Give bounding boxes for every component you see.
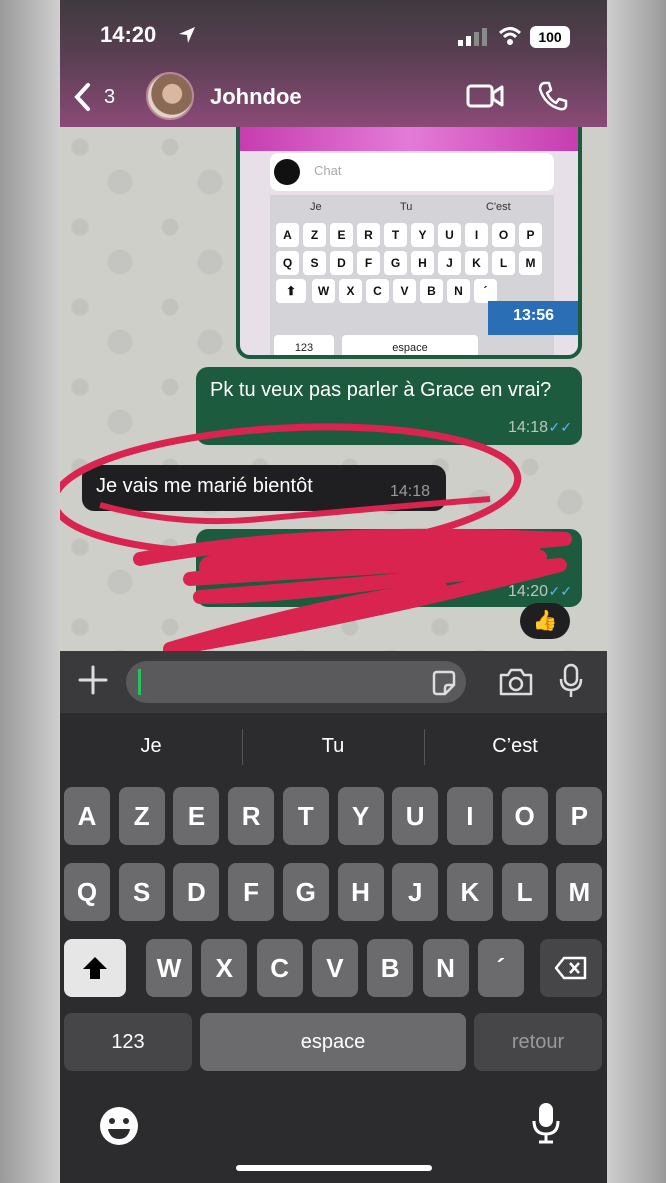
video-call-icon[interactable] [466, 82, 504, 110]
suggestion-je[interactable]: Je [60, 735, 242, 758]
plus-icon[interactable] [78, 665, 108, 695]
key-4[interactable]: G [282, 863, 329, 921]
suggestion-tu[interactable]: Tu [242, 735, 424, 758]
key-5[interactable]: N [422, 939, 469, 997]
emoji-icon[interactable] [98, 1105, 140, 1147]
message-composer [60, 651, 607, 713]
key-8[interactable]: L [501, 863, 548, 921]
message-input[interactable] [126, 661, 466, 703]
key-5[interactable]: H [337, 863, 384, 921]
return-key[interactable]: retour [474, 1013, 602, 1071]
status-time: 14:20 [100, 22, 157, 47]
key-1[interactable]: Z [118, 787, 165, 845]
key-5[interactable]: Y [337, 787, 384, 845]
key-7[interactable]: I [446, 787, 493, 845]
microphone-icon[interactable] [558, 663, 584, 699]
shift-key[interactable] [64, 939, 126, 997]
key-6[interactable]: U [392, 787, 439, 845]
back-chevron-icon[interactable] [72, 82, 94, 112]
key-3[interactable]: R [228, 787, 275, 845]
dictation-mic-icon[interactable] [530, 1101, 562, 1145]
key-2[interactable]: E [173, 787, 220, 845]
numbers-key[interactable]: 123 [64, 1013, 192, 1071]
home-indicator[interactable] [236, 1165, 432, 1171]
sticker-icon[interactable] [430, 669, 458, 697]
red-scribble-annotation [60, 423, 572, 651]
key-4[interactable]: B [367, 939, 414, 997]
key-4[interactable]: T [282, 787, 329, 845]
camera-icon[interactable] [498, 667, 534, 697]
key-3[interactable]: F [228, 863, 275, 921]
contact-name[interactable]: Johndoe [210, 84, 302, 110]
delete-key[interactable] [540, 939, 602, 997]
key-7[interactable]: K [446, 863, 493, 921]
signal-icon [458, 28, 487, 46]
location-arrow-icon [179, 27, 195, 43]
key-6[interactable]: ´ [477, 939, 524, 997]
key-2[interactable]: C [256, 939, 303, 997]
ios-keyboard: Je Tu C’est AZERTYUIOP QSDFGHJKLM WXCVBN… [60, 713, 607, 1183]
space-key[interactable]: espace [200, 1013, 466, 1071]
suggestion-cest[interactable]: C’est [424, 735, 606, 758]
voice-call-icon[interactable] [537, 80, 569, 112]
key-2[interactable]: D [173, 863, 220, 921]
key-1[interactable]: S [118, 863, 165, 921]
key-0[interactable]: Q [64, 863, 110, 921]
contact-avatar[interactable] [146, 72, 194, 120]
backspace-icon [554, 956, 587, 980]
key-1[interactable]: X [201, 939, 248, 997]
key-9[interactable]: P [556, 787, 603, 845]
chat-header: 14:20 100 3 Johndoe [60, 0, 607, 127]
key-3[interactable]: V [311, 939, 358, 997]
text-caret [138, 669, 141, 695]
key-6[interactable]: J [392, 863, 439, 921]
battery-indicator: 100 [530, 26, 570, 48]
key-9[interactable]: M [556, 863, 603, 921]
shift-arrow-icon [83, 957, 107, 979]
key-0[interactable]: A [64, 787, 110, 845]
unread-chats-count[interactable]: 3 [104, 86, 115, 109]
wifi-icon [498, 27, 522, 45]
key-0[interactable]: W [146, 939, 192, 997]
chat-messages[interactable]: Chat Je Tu C'est AZERTYUIOP QSDFGHJKLM ⬆… [60, 127, 607, 651]
phone-screen: 14:20 100 3 Johndoe Chat Je Tu C'est AZE… [60, 0, 607, 1183]
key-8[interactable]: O [501, 787, 548, 845]
